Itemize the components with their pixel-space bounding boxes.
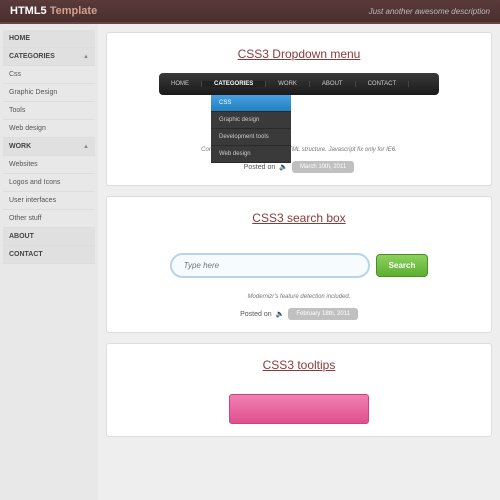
card-title-link[interactable]: CSS3 Dropdown menu <box>238 47 361 61</box>
search-input[interactable] <box>184 261 356 270</box>
card-description: Contains clean and accessible HTML struc… <box>125 147 473 153</box>
tooltip-demo-button[interactable] <box>229 394 369 424</box>
submenu-item-active[interactable]: CSS <box>211 95 291 112</box>
menu-item-active[interactable]: CATEGORIES <box>202 81 266 87</box>
container: HOMECATEGORIES▲CssGraphic DesignToolsWeb… <box>0 24 500 500</box>
submenu: CSS Graphic design Development tools Web… <box>211 95 291 163</box>
card-title-link[interactable]: CSS3 search box <box>252 211 345 225</box>
card-dropdown: CSS3 Dropdown menu HOME CATEGORIES WORK … <box>106 32 492 186</box>
menu-item[interactable]: ABOUT <box>310 81 356 87</box>
sidebar-item[interactable]: Other stuff <box>3 210 95 228</box>
sidebar-item[interactable]: Logos and Icons <box>3 174 95 192</box>
sidebar-heading[interactable]: ABOUT <box>3 228 95 246</box>
search-demo: Search <box>125 253 473 278</box>
posted-line: Posted on 🔈March 10th, 2011 <box>125 161 473 173</box>
menu-item[interactable]: WORK <box>266 81 310 87</box>
card-title-link[interactable]: CSS3 tooltips <box>263 358 336 372</box>
sidebar-item[interactable]: Css <box>3 66 95 84</box>
speaker-icon: 🔈 <box>276 310 285 318</box>
tagline: Just another awesome description <box>369 7 490 16</box>
collapse-arrow-icon: ▲ <box>83 54 89 60</box>
submenu-item[interactable]: Development tools <box>211 129 291 146</box>
sidebar-heading[interactable]: CONTACT <box>3 246 95 264</box>
main-content: CSS3 Dropdown menu HOME CATEGORIES WORK … <box>98 24 500 500</box>
posted-line: Posted on 🔈February 18th, 2011 <box>125 308 473 320</box>
sidebar: HOMECATEGORIES▲CssGraphic DesignToolsWeb… <box>0 24 98 500</box>
sidebar-heading[interactable]: WORK▲ <box>3 138 95 156</box>
dropdown-menu-demo: HOME CATEGORIES WORK ABOUT CONTACT CSS G… <box>159 73 439 95</box>
menu-item[interactable]: CONTACT <box>356 81 410 87</box>
sidebar-item[interactable]: Graphic Design <box>3 84 95 102</box>
sidebar-item[interactable]: Tools <box>3 102 95 120</box>
sidebar-item[interactable]: Websites <box>3 156 95 174</box>
date-badge: February 18th, 2011 <box>288 308 358 320</box>
speaker-icon: 🔈 <box>279 163 288 171</box>
logo[interactable]: HTML5 Template <box>10 5 97 17</box>
collapse-arrow-icon: ▲ <box>83 144 89 150</box>
search-box <box>170 253 370 278</box>
submenu-item[interactable]: Graphic design <box>211 112 291 129</box>
sidebar-item[interactable]: User interfaces <box>3 192 95 210</box>
card-searchbox: CSS3 search box Search Modernizr's featu… <box>106 196 492 333</box>
sidebar-heading[interactable]: CATEGORIES▲ <box>3 48 95 66</box>
date-badge: March 10th, 2011 <box>292 161 354 173</box>
card-description: Modernizr's feature detection included. <box>125 294 473 300</box>
search-button[interactable]: Search <box>376 254 429 277</box>
sidebar-item[interactable]: Web design <box>3 120 95 138</box>
submenu-item[interactable]: Web design <box>211 146 291 163</box>
menu-item[interactable]: HOME <box>159 81 202 87</box>
header: HTML5 Template Just another awesome desc… <box>0 0 500 24</box>
card-tooltips: CSS3 tooltips <box>106 343 492 437</box>
sidebar-heading[interactable]: HOME <box>3 30 95 48</box>
